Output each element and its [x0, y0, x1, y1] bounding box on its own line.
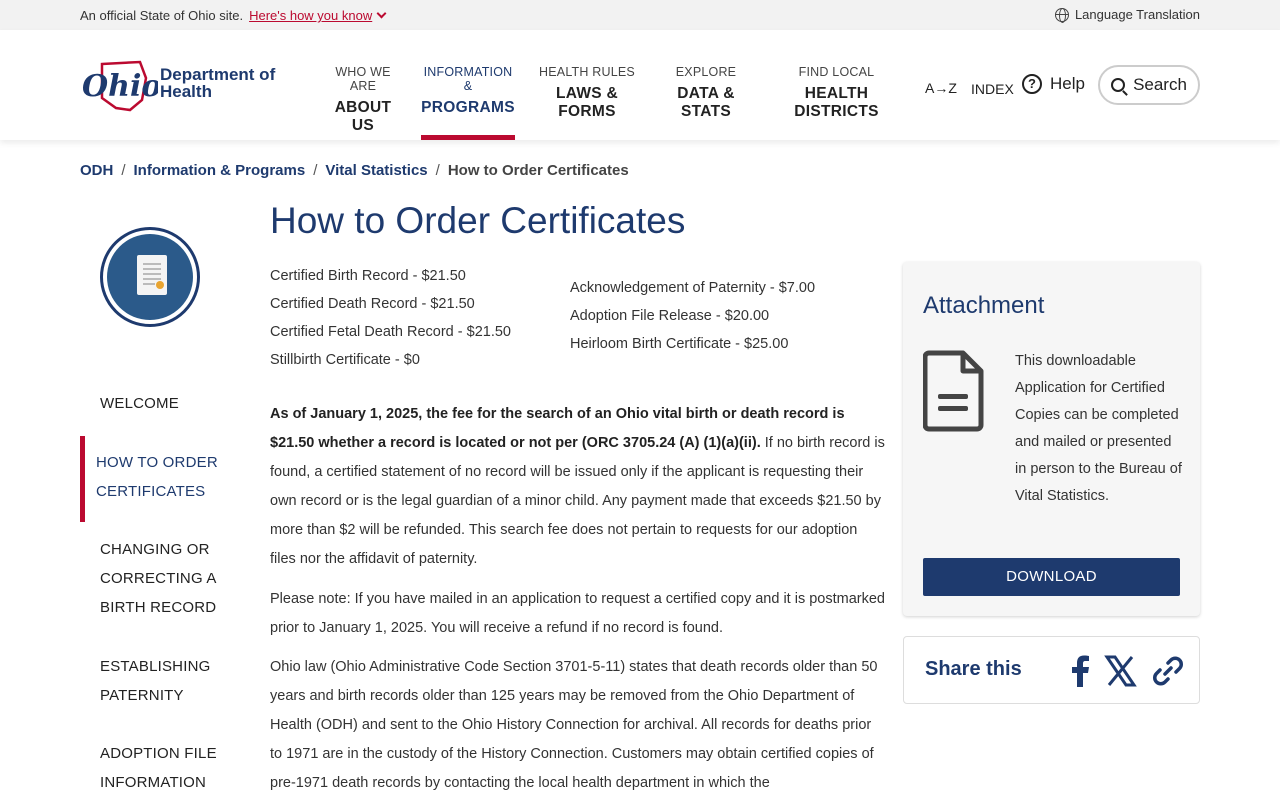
question-icon: ? [1022, 74, 1042, 94]
fee-item: Stillbirth Certificate - $0 [270, 352, 420, 368]
breadcrumb: ODH / Information & Programs / Vital Sta… [80, 162, 629, 179]
search-label: Search [1133, 75, 1187, 94]
share-label: Share this [925, 658, 1022, 680]
fee-item: Adoption File Release - $20.00 [570, 308, 770, 324]
fee-item: Certified Birth Record - $21.50 [270, 268, 466, 284]
language-label: Language Translation [1074, 7, 1200, 22]
nav-health-districts-label: HEALTH DISTRICTS [794, 85, 879, 120]
download-button[interactable]: DOWNLOAD [923, 558, 1180, 596]
share-card: Share this [903, 636, 1200, 704]
nav-about-us-label: ABOUT US [334, 99, 392, 134]
sidebar-item-how-to-order[interactable]: HOW TO ORDER CERTIFICATES [96, 448, 226, 506]
fee-item: Certified Fetal Death Record - $21.50 [270, 324, 511, 340]
dept-line2: Health [160, 82, 212, 101]
site-header: Ohio Department of Health WHO WE ARE ABO… [0, 30, 1280, 140]
official-site-bar: An official State of Ohio site. Here's ho… [0, 0, 1280, 30]
sidebar-item-paternity[interactable]: ESTABLISHING PATERNITY [100, 652, 220, 710]
ohio-logo-icon: Ohio [82, 60, 161, 112]
index-link[interactable]: INDEX [971, 81, 1014, 97]
attachment-card: Attachment This downloadable Application… [903, 262, 1200, 616]
search-icon [1111, 78, 1126, 92]
copy-link-icon[interactable] [1151, 654, 1185, 688]
breadcrumb-separator: / [121, 162, 126, 179]
nav-health-districts[interactable]: FIND LOCAL HEALTH DISTRICTS [770, 30, 903, 140]
fees-list-right: Acknowledgement of Paternity - $7.00 Ado… [570, 274, 815, 358]
nav-data-stats[interactable]: EXPLORE DATA & STATS [657, 30, 755, 140]
language-translation-button[interactable]: Language Translation [1054, 7, 1200, 23]
nav-programs-label: PROGRAMS [421, 99, 515, 116]
globe-icon [1054, 7, 1069, 23]
refund-note-paragraph: Please note: If you have mailed in an ap… [270, 591, 885, 636]
nav-laws-forms-label: LAWS & FORMS [555, 85, 619, 120]
ohio-law-paragraph: Ohio law (Ohio Administrative Code Secti… [270, 659, 878, 791]
breadcrumb-current: How to Order Certificates [447, 162, 629, 179]
attachment-heading: Attachment [923, 292, 1045, 319]
nav-data-stats-label: DATA & STATS [677, 85, 735, 120]
official-text: An official State of Ohio site. [80, 8, 244, 23]
a-to-z-link[interactable]: A→Z [925, 80, 957, 96]
attachment-description: This downloadable Application for Certif… [1015, 353, 1182, 504]
fee-notice-rest: If no birth record is found, a certified… [270, 435, 885, 567]
nav-laws-forms[interactable]: HEALTH RULES LAWS & FORMS [532, 30, 642, 140]
nav-laws-forms-small: HEALTH RULES [539, 65, 635, 79]
search-button[interactable]: Search [1098, 65, 1200, 105]
breadcrumb-separator: / [313, 162, 318, 179]
official-notice: An official State of Ohio site. Here's ho… [80, 8, 387, 23]
active-indicator [80, 436, 85, 522]
nav-health-districts-small: FIND LOCAL [798, 65, 875, 79]
dept-name: Department of Health [160, 66, 275, 100]
breadcrumb-separator: / [435, 162, 440, 179]
sidebar-item-changing-record[interactable]: CHANGING OR CORRECTING A BIRTH RECORD [100, 535, 260, 622]
certificate-section-icon [100, 227, 200, 327]
breadcrumb-info-programs[interactable]: Information & Programs [134, 162, 306, 179]
page-title: How to Order Certificates [270, 200, 686, 241]
fee-item: Heirloom Birth Certificate - $25.00 [570, 336, 789, 352]
certificate-icon [137, 255, 167, 295]
odh-logo[interactable]: Ohio Department of Health [80, 58, 290, 114]
fee-item: Acknowledgement of Paternity - $7.00 [570, 280, 816, 296]
nav-programs-small: INFORMATION & [423, 65, 513, 93]
search-fee-paragraph: As of January 1, 2025, the fee for the s… [270, 400, 885, 574]
x-twitter-icon[interactable] [1103, 654, 1137, 688]
help-label: Help [1050, 74, 1085, 93]
facebook-icon[interactable] [1064, 654, 1098, 688]
chevron-down-icon[interactable] [376, 8, 387, 19]
fee-item: Certified Death Record - $21.50 [270, 296, 475, 312]
document-icon [923, 350, 984, 432]
nav-about-us-small: WHO WE ARE [335, 65, 391, 93]
logo-wordmark: Ohio [82, 69, 158, 104]
nav-data-stats-small: EXPLORE [675, 65, 737, 79]
nav-programs[interactable]: INFORMATION & PROGRAMS [421, 30, 515, 140]
dept-line1: Department of [160, 65, 276, 84]
fees-list-left: Certified Birth Record - $21.50 Certifie… [270, 262, 511, 374]
fee-notice-bold: As of January 1, 2025, the fee for the s… [270, 406, 845, 451]
breadcrumb-odh[interactable]: ODH [80, 162, 113, 179]
nav-about-us[interactable]: WHO WE ARE ABOUT US [322, 30, 404, 140]
sidebar-item-welcome[interactable]: WELCOME [100, 389, 260, 418]
how-you-know-link[interactable]: Here's how you know [249, 8, 372, 23]
sidebar-item-adoption[interactable]: ADOPTION FILE INFORMATION [100, 739, 220, 797]
breadcrumb-vital-statistics[interactable]: Vital Statistics [325, 162, 427, 179]
help-button[interactable]: ? Help [1022, 74, 1085, 94]
